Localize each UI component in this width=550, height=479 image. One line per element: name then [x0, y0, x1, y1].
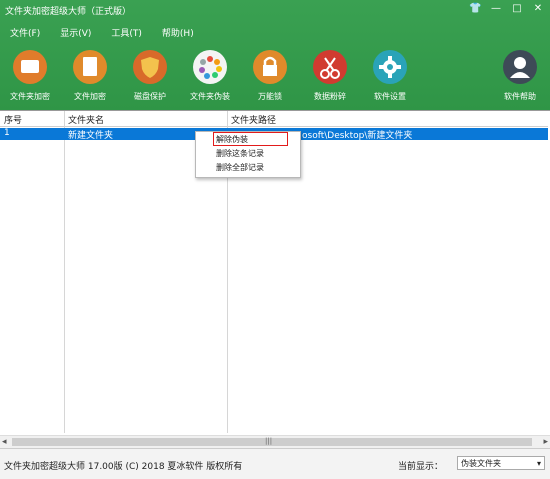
cell-index: 1 [4, 128, 10, 138]
window-title: 文件夹加密超级大师（正式版） [5, 7, 132, 17]
data-shred-button[interactable]: 数据粉碎 [300, 50, 360, 102]
table-header: 序号 文件夹名 文件夹路径 [0, 111, 548, 127]
folder-encrypt-button[interactable]: 文件夹加密 [0, 50, 60, 102]
top-bar: 文件夹加密超级大师（正式版） 👕 — □ ✕ 文件(F) 显示(V) 工具(T)… [0, 0, 550, 110]
cell-path: osoft\Desktop\新建文件夹 [302, 131, 413, 141]
maximize-button[interactable]: □ [511, 3, 523, 14]
menu-view[interactable]: 显示(V) [50, 24, 101, 41]
horizontal-scrollbar[interactable]: ◂ ||| ▸ [0, 435, 550, 449]
tool-label: 软件设置 [374, 92, 406, 101]
grip-icon: ||| [265, 437, 273, 445]
skin-icon[interactable]: 👕 [469, 3, 481, 14]
tool-label: 文件夹加密 [10, 92, 50, 101]
lock-icon [253, 50, 287, 84]
scissors-icon [313, 50, 347, 84]
scroll-left-icon[interactable]: ◂ [2, 437, 7, 447]
scroll-right-icon[interactable]: ▸ [543, 437, 548, 447]
display-value: 伪装文件夹 [461, 459, 501, 468]
header-path[interactable]: 文件夹路径 [231, 113, 276, 126]
display-label: 当前显示： [398, 462, 444, 472]
folder-disguise-button[interactable]: 文件夹伪装 [180, 50, 240, 102]
menu-tools[interactable]: 工具(T) [101, 24, 152, 41]
tool-label: 数据粉碎 [314, 92, 346, 101]
tool-label: 万能锁 [258, 92, 282, 101]
folder-icon [13, 50, 47, 84]
menu-item-delete-record[interactable]: 删除这条记录 [216, 148, 264, 159]
menu-item-delete-all[interactable]: 删除全部记录 [216, 162, 264, 173]
highlight-box [213, 132, 288, 146]
minimize-button[interactable]: — [490, 3, 502, 14]
user-help-icon [503, 50, 537, 84]
display-select[interactable]: 伪装文件夹 ▾ [457, 456, 545, 470]
universal-lock-button[interactable]: 万能锁 [240, 50, 300, 102]
window-controls: 👕 — □ ✕ [469, 3, 544, 14]
disk-protect-button[interactable]: 磁盘保护 [120, 50, 180, 102]
tool-label: 文件加密 [74, 92, 106, 101]
palette-icon [193, 50, 227, 84]
status-bar: 文件夹加密超级大师 17.00版 (C) 2018 夏冰软件 版权所有 当前显示… [0, 448, 550, 479]
gear-icon [373, 50, 407, 84]
cell-name: 新建文件夹 [68, 131, 114, 141]
column-divider [64, 111, 65, 433]
tool-label: 软件帮助 [504, 92, 536, 101]
close-button[interactable]: ✕ [532, 3, 544, 14]
chevron-down-icon: ▾ [536, 459, 541, 468]
header-index[interactable]: 序号 [4, 113, 22, 126]
toolbar: 文件夹加密 文件加密 磁盘保护 文件夹伪装 万能锁 数据粉碎 软件设置 软件帮助 [0, 50, 550, 108]
menu-file[interactable]: 文件(F) [0, 24, 50, 41]
tool-label: 文件夹伪装 [190, 92, 230, 101]
menu-help[interactable]: 帮助(H) [152, 24, 204, 41]
header-name[interactable]: 文件夹名 [68, 113, 104, 126]
clipboard-icon [73, 50, 107, 84]
tool-label: 磁盘保护 [134, 92, 166, 101]
help-button[interactable]: 软件帮助 [490, 50, 550, 102]
shield-icon [133, 50, 167, 84]
settings-button[interactable]: 软件设置 [360, 50, 420, 102]
menu-bar: 文件(F) 显示(V) 工具(T) 帮助(H) [0, 24, 204, 41]
copyright-text: 文件夹加密超级大师 17.00版 (C) 2018 夏冰软件 版权所有 [4, 462, 243, 472]
file-encrypt-button[interactable]: 文件加密 [60, 50, 120, 102]
